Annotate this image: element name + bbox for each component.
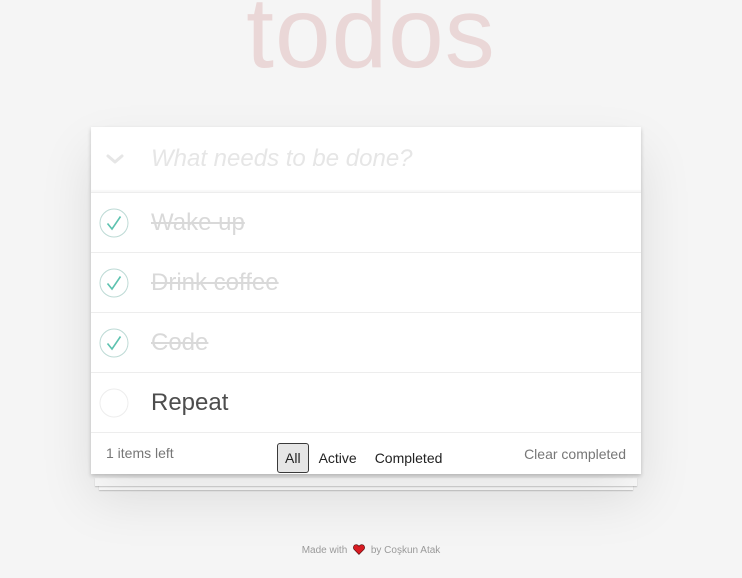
- check-icon: [99, 268, 129, 298]
- new-todo-input[interactable]: [151, 141, 621, 177]
- check-icon: [99, 328, 129, 358]
- stack-shadow-2: [95, 478, 637, 486]
- todo-item-repeat: Repeat: [91, 373, 641, 433]
- todo-label[interactable]: Drink coffee: [151, 267, 279, 299]
- clear-completed-button[interactable]: Clear completed: [524, 446, 626, 462]
- app-title: todos: [246, 0, 496, 89]
- toggle-all-button[interactable]: [103, 143, 127, 173]
- check-icon: [99, 208, 129, 238]
- todo-list: Wake up Drink coffee Code Repeat: [91, 193, 641, 433]
- heart-icon: [353, 544, 365, 555]
- todo-checkbox[interactable]: [99, 328, 129, 358]
- credit-prefix: Made with: [301, 545, 348, 556]
- todo-label[interactable]: Repeat: [151, 387, 228, 419]
- filter-group: All Active Completed: [277, 443, 450, 473]
- todo-item-drink-coffee: Drink coffee: [91, 253, 641, 313]
- chevron-down-icon: [106, 154, 124, 164]
- credit-line: Made with by Coşkun Atak: [0, 544, 742, 556]
- empty-circle-icon: [99, 388, 129, 418]
- todo-checkbox[interactable]: [99, 268, 129, 298]
- todo-item-code: Code: [91, 313, 641, 373]
- todo-footer: 1 items left All Active Completed Clear …: [91, 433, 641, 474]
- todo-app: Wake up Drink coffee Code: [91, 127, 641, 474]
- items-left-count: 1 items left: [106, 445, 174, 461]
- todo-checkbox[interactable]: [99, 208, 129, 238]
- filter-all[interactable]: All: [277, 443, 309, 473]
- filter-completed[interactable]: Completed: [367, 443, 451, 473]
- todo-header: [91, 127, 641, 193]
- filter-active[interactable]: Active: [311, 443, 365, 473]
- credit-suffix: by Coşkun Atak: [370, 545, 441, 556]
- todo-item-wake-up: Wake up: [91, 193, 641, 253]
- todo-checkbox[interactable]: [99, 388, 129, 418]
- todo-label[interactable]: Code: [151, 327, 208, 359]
- todo-label[interactable]: Wake up: [151, 207, 245, 239]
